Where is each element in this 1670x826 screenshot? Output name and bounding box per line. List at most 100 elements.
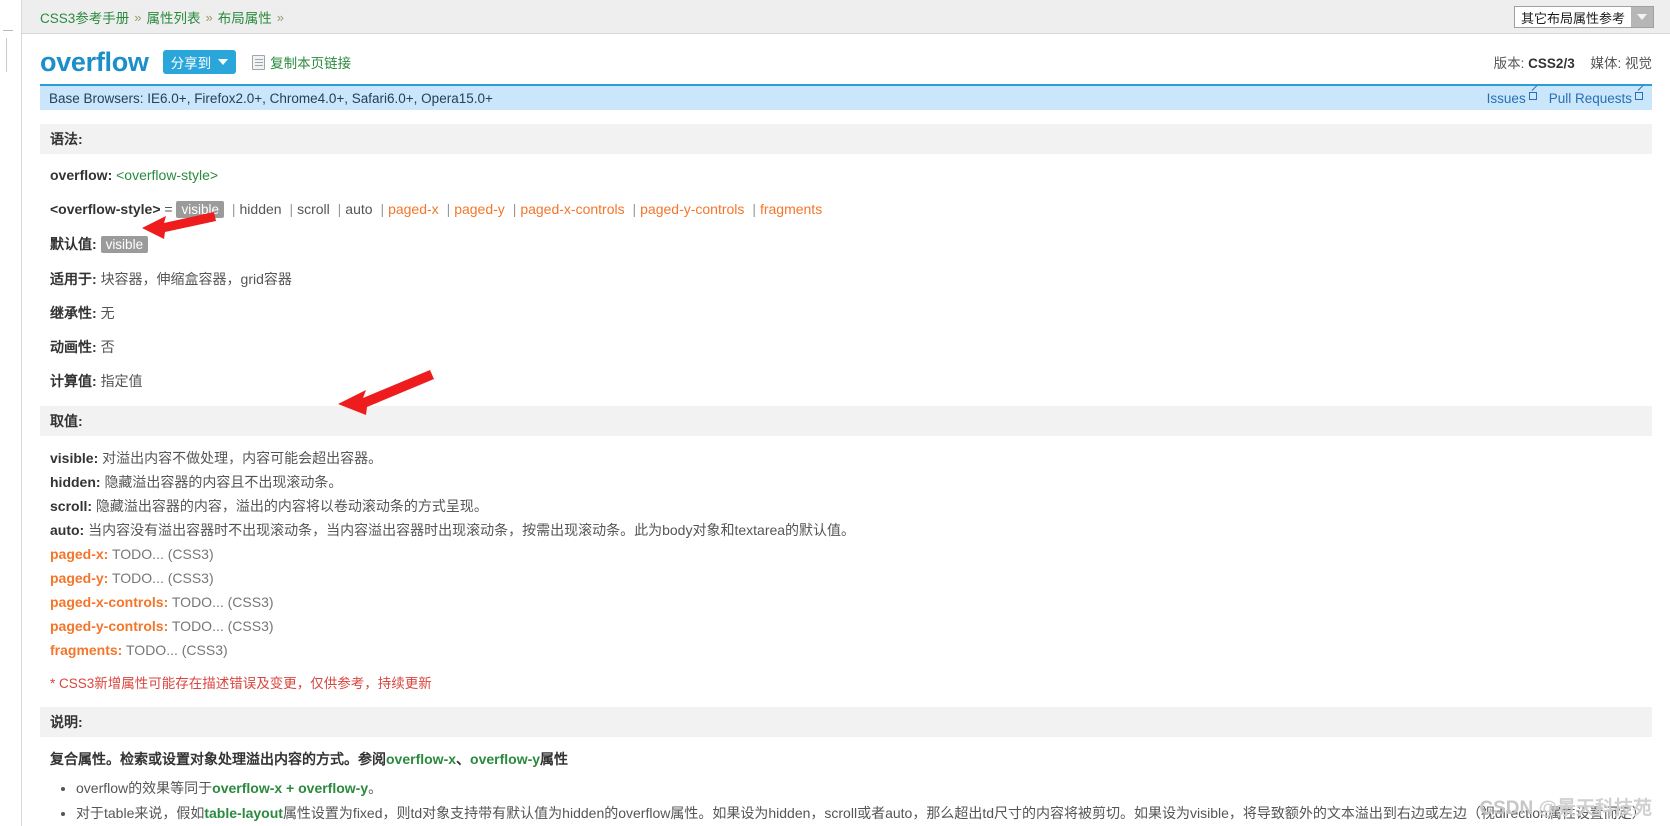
breadcrumb-item-0[interactable]: CSS3参考手册 — [40, 7, 129, 27]
page-root: CSS3参考手册 » 属性列表 » 布局属性 » 其它布局属性参考 overfl… — [0, 0, 1670, 826]
watermark-text: @景天科技苑 — [1538, 798, 1652, 819]
value-item-desc: TODO... (CSS3) — [111, 546, 214, 562]
bullet-link[interactable]: overflow-x + overflow-y — [212, 780, 368, 796]
share-button-label: 分享到 — [170, 56, 212, 71]
value-item-name: hidden: — [50, 474, 101, 490]
syntax-row-label: 计算值: — [50, 373, 97, 389]
breadcrumb-item-2[interactable]: 布局属性 — [218, 7, 272, 27]
value-item-desc: 隐藏溢出容器的内容，溢出的内容将以卷动滚动条的方式呈现。 — [95, 498, 488, 514]
value-item-name: paged-y: — [50, 570, 109, 586]
syntax-pipe: | — [512, 201, 517, 217]
breadcrumb-item-1[interactable]: 属性列表 — [147, 7, 201, 27]
value-item-visible: visible: 对溢出内容不做处理，内容可能会超出容器。 — [50, 448, 1652, 469]
bullet-link[interactable]: table-layout — [204, 805, 283, 821]
overflow-x-link[interactable]: overflow-x — [386, 751, 456, 767]
syntax-option-fragments[interactable]: fragments — [760, 201, 822, 217]
media-value: 视觉 — [1625, 56, 1652, 71]
syntax-row-value: 块容器，伸缩盒容器，grid容器 — [100, 271, 292, 287]
breadcrumb-bar: CSS3参考手册 » 属性列表 » 布局属性 » 其它布局属性参考 — [22, 0, 1670, 34]
watermark: CSDN @景天科技苑 — [1479, 793, 1652, 820]
syntax-row-default: 默认值: visible — [50, 235, 1652, 254]
syntax-row-inherited: 继承性: 无 — [50, 304, 1652, 322]
value-item-desc: TODO... (CSS3) — [126, 642, 228, 658]
syntax-row-value: 无 — [100, 305, 115, 321]
syntax-pipe: | — [380, 201, 385, 217]
value-item-desc: TODO... (CSS3) — [111, 570, 214, 586]
issues-link-label: Issues — [1486, 90, 1526, 106]
syntax-option-paged-y[interactable]: paged-y — [454, 201, 505, 217]
external-link-icon — [1528, 91, 1537, 100]
syntax-row-label: 默认值: — [50, 236, 97, 252]
syntax-row-label: 继承性: — [50, 305, 97, 321]
syntax-row-value: 否 — [100, 339, 115, 355]
media-label: 媒体: — [1590, 56, 1622, 71]
syntax-row-animatable: 动画性: 否 — [50, 338, 1652, 356]
value-item-paged-y: paged-y: TODO... (CSS3) — [50, 568, 1652, 589]
value-item-fragments: fragments: TODO... (CSS3) — [50, 640, 1652, 661]
value-item-name: visible: — [50, 450, 99, 466]
share-button[interactable]: 分享到 — [162, 50, 237, 74]
other-properties-select[interactable]: 其它布局属性参考 — [1514, 6, 1654, 28]
value-item-paged-x: paged-x: TODO... (CSS3) — [50, 544, 1652, 565]
breadcrumb-separator: » — [134, 9, 142, 25]
value-item-name: auto: — [50, 522, 85, 538]
syntax-option-paged-y-controls[interactable]: paged-y-controls — [640, 201, 744, 217]
section-heading-description: 说明: — [40, 707, 1652, 737]
issues-link[interactable]: Issues — [1487, 91, 1537, 106]
syntax-pipe: | — [231, 201, 236, 217]
base-browsers-text: Base Browsers: IE6.0+, Firefox2.0+, Chro… — [49, 90, 493, 106]
value-item-paged-x-controls: paged-x-controls: TODO... (CSS3) — [50, 592, 1652, 613]
property-meta: 版本: CSS2/3 媒体: 视觉 — [1494, 52, 1652, 72]
browser-left-gutter — [0, 0, 22, 826]
syntax-option-paged-x-controls[interactable]: paged-x-controls — [520, 201, 624, 217]
syntax-option-hidden[interactable]: hidden — [240, 201, 282, 217]
pull-requests-link[interactable]: Pull Requests — [1549, 91, 1643, 106]
bullet-pre: overflow的效果等同于 — [76, 780, 213, 796]
syntax-style-name: <overflow-style> — [50, 201, 161, 217]
value-item-auto: auto: 当内容没有溢出容器时不出现滚动条，当内容溢出容器时出现滚动条，按需出… — [50, 520, 1652, 541]
syntax-option-paged-x[interactable]: paged-x — [388, 201, 439, 217]
syntax-declaration: overflow: <overflow-style> — [50, 166, 1652, 184]
external-link-icon — [1635, 91, 1643, 100]
syntax-pipe: | — [289, 201, 294, 217]
gutter-tick-2 — [6, 38, 7, 72]
syntax-row-label: 适用于: — [50, 271, 97, 287]
value-item-scroll: scroll: 隐藏溢出容器的内容，溢出的内容将以卷动滚动条的方式呈现。 — [50, 496, 1652, 517]
bullet-post: 属性设置为fixed，则td对象支持带有默认值为hidden的overflow属… — [282, 805, 1646, 821]
overflow-y-link[interactable]: overflow-y — [470, 751, 540, 767]
chevron-down-icon[interactable] — [1631, 7, 1653, 27]
copy-page-link-button[interactable]: 复制本页链接 — [252, 52, 351, 72]
value-item-desc: 当内容没有溢出容器时不出现滚动条，当内容溢出容器时出现滚动条，按需出现滚动条。此… — [88, 522, 856, 538]
syntax-pipe: | — [337, 201, 342, 217]
syntax-row-computed: 计算值: 指定值 — [50, 372, 1652, 390]
base-browsers-bar: Base Browsers: IE6.0+, Firefox2.0+, Chro… — [40, 86, 1652, 110]
value-item-name: paged-y-controls: — [50, 618, 169, 634]
chevron-down-icon — [218, 59, 229, 65]
list-item: 对于table来说，假如table-layout属性设置为fixed，则td对象… — [76, 802, 1652, 826]
syntax-decl-name: overflow: — [50, 167, 113, 183]
repo-links: Issues Pull Requests — [1487, 86, 1643, 110]
copy-page-link-label: 复制本页链接 — [270, 56, 352, 71]
breadcrumb-separator: » — [205, 9, 213, 25]
value-item-desc: 对溢出内容不做处理，内容可能会超出容器。 — [102, 450, 383, 466]
syntax-body: overflow: <overflow-style> <overflow-sty… — [40, 154, 1652, 390]
value-item-desc: TODO... (CSS3) — [171, 618, 274, 634]
values-footnote: * CSS3新增属性可能存在描述错误及变更，仅供参考，持续更新 — [50, 676, 432, 691]
syntax-row-label: 动画性: — [50, 339, 97, 355]
pull-requests-link-label: Pull Requests — [1548, 90, 1632, 106]
values-body: visible: 对溢出内容不做处理，内容可能会超出容器。 hidden: 隐藏… — [40, 436, 1652, 693]
syntax-row-value: visible — [100, 236, 149, 253]
syntax-style-definition: <overflow-style> = visible | hidden | scro… — [50, 200, 1652, 219]
syntax-pipe: | — [446, 201, 451, 217]
syntax-option-auto[interactable]: auto — [345, 201, 372, 217]
syntax-option-scroll[interactable]: scroll — [297, 201, 330, 217]
page-title: overflow — [40, 46, 149, 77]
syntax-row-applies-to: 适用于: 块容器，伸缩盒容器，grid容器 — [50, 270, 1652, 288]
section-heading-values: 取值: — [40, 406, 1652, 436]
list-item: overflow的效果等同于overflow-x + overflow-y。 — [76, 777, 1652, 799]
value-item-name: scroll: — [50, 498, 93, 514]
syntax-equals: = — [164, 201, 173, 217]
description-intro: 复合属性。检索或设置对象处理溢出内容的方式。参阅overflow-x、overf… — [50, 749, 1652, 769]
value-item-name: paged-x-controls: — [50, 594, 169, 610]
description-intro-a: 复合属性。检索或设置对象处理溢出内容的方式。参阅 — [50, 751, 386, 767]
